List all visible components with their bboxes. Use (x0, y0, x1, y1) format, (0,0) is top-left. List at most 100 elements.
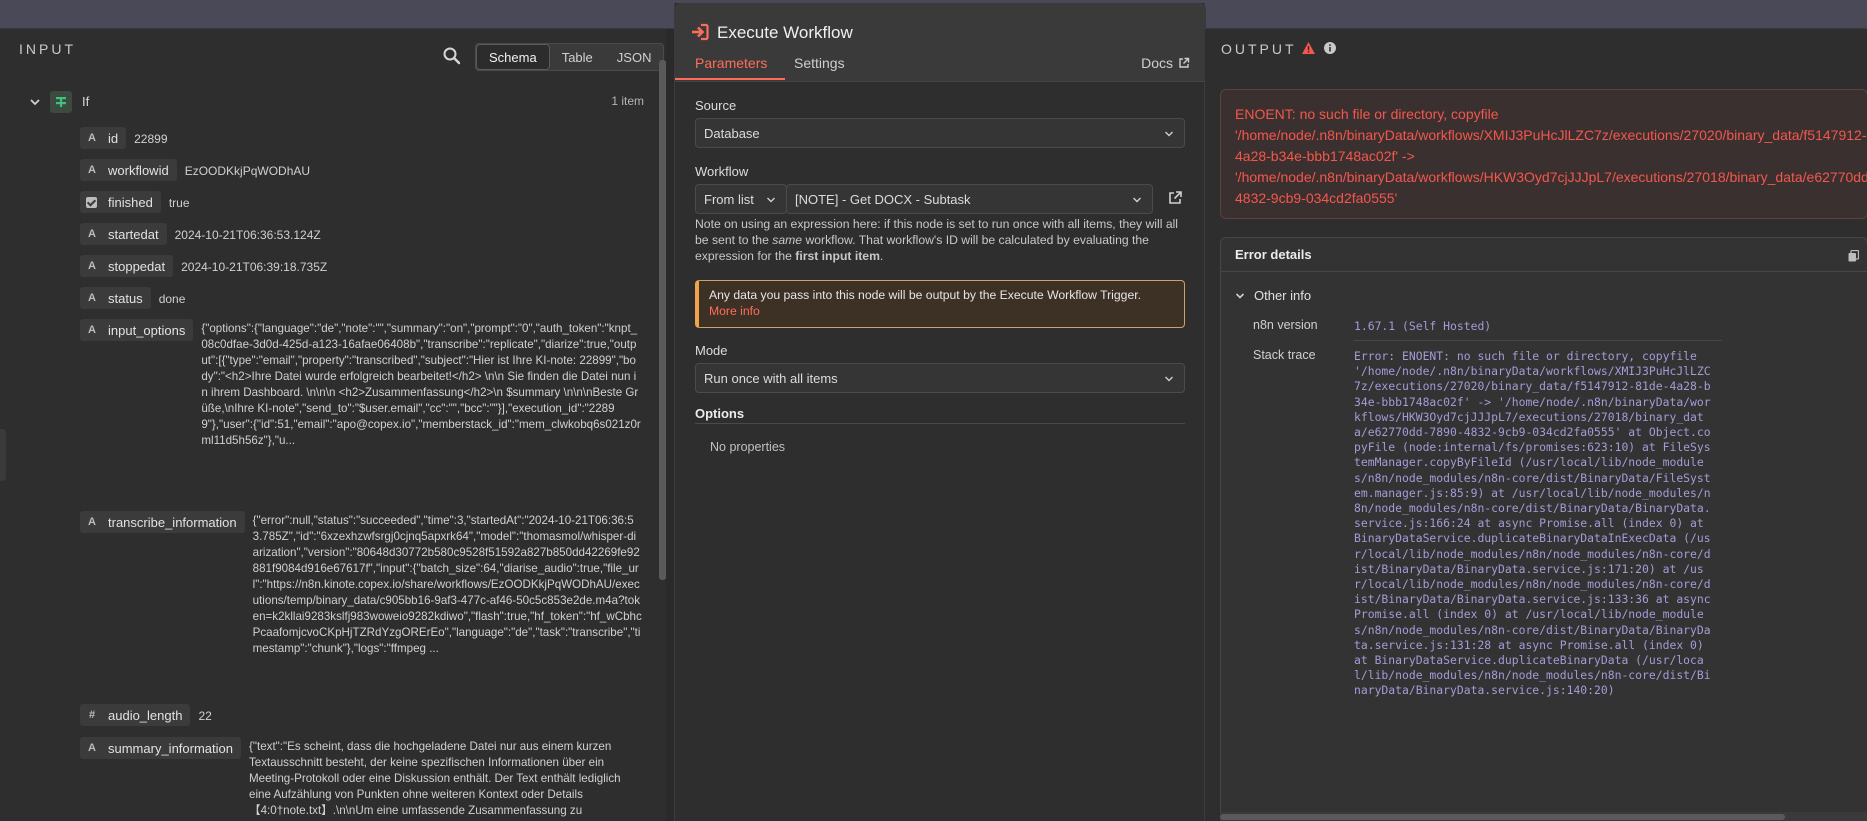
field-tag: Ainput_options (80, 319, 194, 341)
divider (1354, 340, 1722, 341)
view-switcher: Schema Table JSON (475, 43, 665, 71)
field-transcribe-information[interactable]: Atranscribe_information {"error":null,"s… (80, 511, 642, 657)
stack-trace-label: Stack trace (1253, 348, 1316, 362)
field-input-options[interactable]: Ainput_options {"options":{"language":"d… (80, 319, 642, 449)
error-details-title: Error details (1235, 247, 1312, 262)
workflow-label: Workflow (695, 164, 749, 179)
other-info-label: Other info (1254, 288, 1312, 303)
error-message-box: ENOENT: no such file or directory, copyf… (1220, 89, 1867, 219)
field-tag: Atranscribe_information (80, 511, 245, 533)
no-properties-text: No properties (710, 440, 786, 454)
node-row-if[interactable]: If 1 item (24, 91, 644, 115)
sign-in-icon (692, 23, 709, 41)
external-link-icon (1179, 57, 1190, 68)
field-id[interactable]: Aid 22899 (80, 127, 168, 149)
field-value: 2024-10-21T06:36:53.124Z (174, 228, 321, 242)
workflow-mode-value: From list (704, 192, 754, 207)
boolean-type-icon (86, 196, 97, 208)
copy-icon[interactable] (1848, 250, 1859, 262)
divider (675, 81, 1206, 82)
field-name: summary_information (108, 740, 233, 756)
tab-settings[interactable]: Settings (794, 55, 845, 71)
node-settings-panel: Execute Workflow Parameters Settings Doc… (674, 3, 1206, 821)
input-title: INPUT (19, 41, 76, 57)
field-value: {"error":null,"status":"succeeded","time… (252, 514, 642, 655)
string-type-icon: A (88, 132, 96, 144)
field-value: 2024-10-21T06:39:18.735Z (181, 260, 328, 274)
panel-drag-handle[interactable] (0, 429, 6, 481)
field-value: 22899 (134, 132, 168, 146)
chevron-down-icon (1165, 376, 1173, 382)
field-name: transcribe_information (108, 514, 237, 530)
options-title: Options (695, 406, 745, 421)
version-value: 1.67.1 (Self Hosted) (1354, 319, 1492, 333)
number-type-icon: # (88, 709, 96, 721)
field-tag: # audio_length (80, 704, 191, 726)
field-name: startedat (108, 226, 159, 242)
field-value: done (158, 292, 186, 306)
field-workflowid[interactable]: Aworkflowid EzOODKkjPqWODhAU (80, 159, 310, 181)
input-scrollbar[interactable] (659, 60, 666, 580)
string-type-icon: A (88, 516, 96, 528)
field-tag: Astoppedat (80, 255, 174, 277)
field-stoppedat[interactable]: Astoppedat 2024-10-21T06:39:18.735Z (80, 255, 327, 277)
tab-parameters[interactable]: Parameters (695, 55, 767, 71)
docs-link[interactable]: Docs (1141, 55, 1190, 71)
node-name: If (82, 94, 90, 109)
tab-table[interactable]: Table (550, 44, 605, 70)
search-icon[interactable] (442, 46, 462, 66)
other-info-toggle[interactable]: Other info (1235, 288, 1311, 303)
field-tag: Asummary_information (80, 737, 241, 759)
field-value: EzOODKkjPqWODhAU (184, 164, 311, 178)
workflow-mode-select[interactable]: From list (695, 184, 787, 214)
output-horizontal-scrollbar[interactable] (1220, 812, 1867, 821)
field-name: finished (108, 194, 153, 210)
node-title[interactable]: Execute Workflow (717, 23, 853, 43)
string-type-icon: A (88, 260, 96, 272)
divider (666, 29, 674, 821)
field-summary-information[interactable]: Asummary_information {"text":"Es scheint… (80, 737, 642, 821)
node-header: Execute Workflow Parameters Settings Doc… (675, 3, 1206, 81)
info-icon[interactable] (1323, 41, 1337, 55)
field-name: audio_length (108, 707, 183, 723)
chevron-down-icon (1133, 197, 1141, 203)
tab-schema[interactable]: Schema (476, 44, 550, 70)
field-name: input_options (108, 322, 186, 338)
chevron-down-icon (1235, 292, 1245, 299)
open-workflow-icon[interactable] (1167, 190, 1183, 206)
field-value: {"options":{"language":"de","note":"","s… (201, 322, 641, 447)
field-tag: Astartedat (80, 223, 167, 245)
field-name: stoppedat (108, 258, 166, 274)
warning-icon (1302, 42, 1315, 54)
mode-select[interactable]: Run once with all items (695, 363, 1185, 393)
more-info-link[interactable]: More info (709, 303, 1174, 319)
field-startedat[interactable]: Astartedat 2024-10-21T06:36:53.124Z (80, 223, 321, 245)
string-type-icon: A (88, 228, 96, 240)
scrollbar-thumb[interactable] (1220, 814, 1785, 820)
field-audio-length[interactable]: # audio_length 22 (80, 704, 212, 726)
chevron-down-icon[interactable] (28, 95, 42, 109)
field-tag: finished (80, 191, 161, 213)
field-value: 22 (198, 709, 212, 723)
field-finished[interactable]: finished true (80, 191, 190, 213)
tab-json[interactable]: JSON (605, 44, 664, 70)
field-tag: Aworkflowid (80, 159, 177, 181)
field-name: workflowid (108, 162, 169, 178)
error-details-header: Error details (1221, 238, 1867, 272)
source-select[interactable]: Database (695, 118, 1185, 148)
workflow-select[interactable]: [NOTE] - Get DOCX - Subtask (786, 184, 1153, 214)
field-status[interactable]: Astatus done (80, 287, 185, 309)
expression-note: Note on using an expression here: if thi… (695, 216, 1191, 264)
version-label: n8n version (1253, 318, 1318, 332)
note-emphasis: same (772, 233, 803, 247)
active-tab-indicator (675, 78, 785, 80)
output-title: OUTPUT (1221, 41, 1297, 57)
chevron-down-icon (1165, 131, 1173, 137)
input-panel: INPUT Schema Table JSON If 1 item Aid 22… (0, 29, 674, 821)
info-callout: Any data you pass into this node will be… (695, 280, 1185, 328)
workflow-value: [NOTE] - Get DOCX - Subtask (795, 192, 971, 207)
string-type-icon: A (88, 742, 96, 754)
string-type-icon: A (88, 164, 96, 176)
callout-text: Any data you pass into this node will be… (709, 288, 1141, 302)
docs-label: Docs (1141, 55, 1173, 71)
